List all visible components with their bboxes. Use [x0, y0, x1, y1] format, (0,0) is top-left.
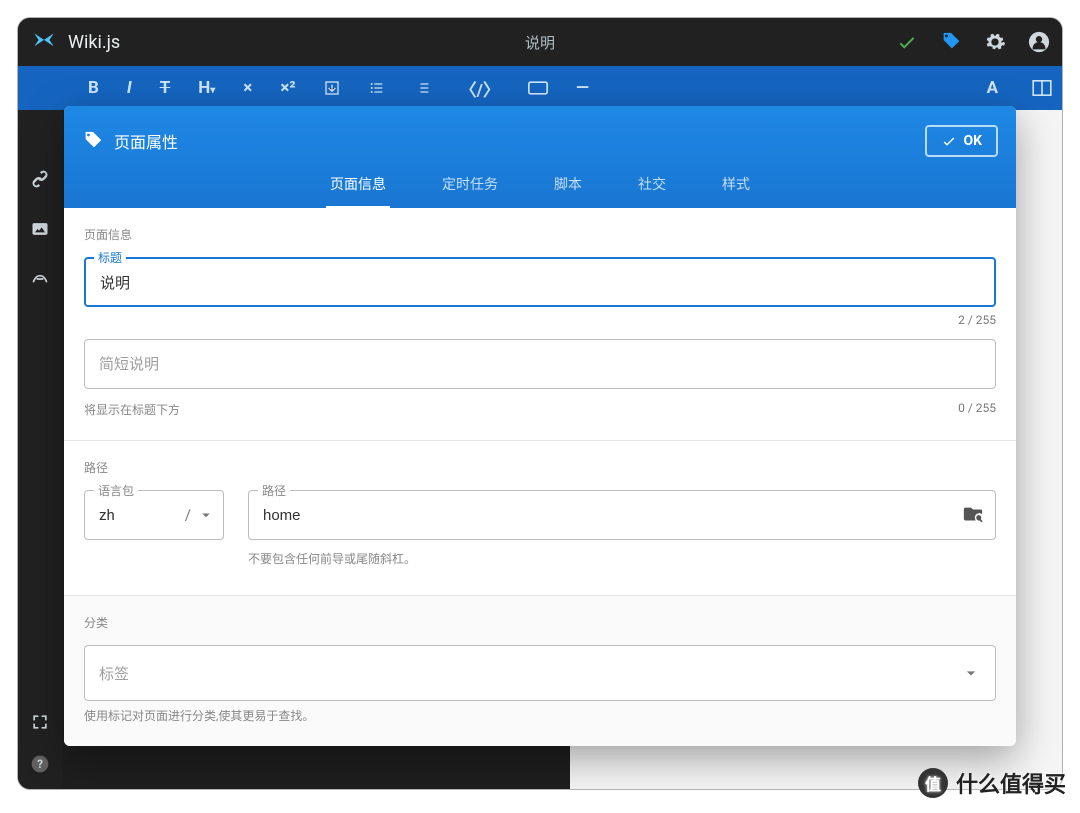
title-input[interactable]: [84, 257, 996, 307]
watermark-icon: 值: [918, 768, 948, 798]
check-icon[interactable]: [896, 31, 918, 53]
fullscreen-icon[interactable]: [29, 711, 51, 733]
section-path: 路径 语言包 zh / 路径: [64, 441, 1016, 596]
check-icon: [941, 133, 957, 149]
split-view-button[interactable]: [1032, 80, 1052, 96]
tab-schedule[interactable]: 定时任务: [438, 162, 502, 209]
bold-button[interactable]: B: [88, 78, 99, 98]
account-icon[interactable]: [1028, 31, 1050, 53]
tag-icon[interactable]: [940, 31, 962, 53]
lang-separator: /: [185, 506, 191, 524]
heading-button[interactable]: H▾: [198, 78, 215, 98]
svg-text:?: ?: [37, 757, 43, 771]
tab-social[interactable]: 社交: [634, 162, 670, 209]
chevron-down-icon: [961, 663, 981, 683]
tag-icon: [82, 130, 104, 152]
tags-field: 标签: [84, 645, 996, 701]
ul-button[interactable]: [368, 80, 386, 96]
tags-placeholder: 标签: [99, 663, 129, 684]
wikijs-logo-icon: [30, 28, 58, 56]
page-properties-dialog: 页面属性 OK 页面信息 定时任务 脚本 社交 样式 页面信息 标题: [64, 106, 1016, 746]
italic-button[interactable]: I: [127, 78, 132, 98]
dialog-tabs: 页面信息 定时任务 脚本 社交 样式: [82, 162, 998, 208]
editor-sidebar: ?: [18, 110, 62, 789]
keyboard-button[interactable]: [528, 81, 548, 95]
path-label: 路径: [258, 482, 290, 499]
tab-info[interactable]: 页面信息: [326, 162, 390, 209]
title-field: 标题: [84, 257, 996, 307]
watermark-text: 什么值得买: [956, 767, 1066, 799]
title-counter: 2 / 255: [84, 313, 996, 327]
topbar-actions: [896, 31, 1050, 53]
short-desc-input[interactable]: [84, 339, 996, 389]
editor-toolbar: B I T H▾ × ×² 〈/〉 — A: [18, 66, 1062, 110]
code-button[interactable]: 〈/〉: [460, 76, 500, 101]
path-field: 路径 不要包含任何前导或尾随斜杠。: [248, 490, 996, 567]
help-icon[interactable]: ?: [29, 753, 51, 775]
topbar: Wiki.js 说明: [18, 18, 1062, 66]
image-icon[interactable]: [29, 218, 51, 240]
section-heading: 分类: [84, 614, 996, 631]
ol-button[interactable]: [414, 80, 432, 96]
section-info: 页面信息 标题 2 / 255 将显示在标题下方 0 / 255: [64, 208, 1016, 441]
title-label: 标题: [94, 249, 126, 266]
blockquote-button[interactable]: [324, 80, 340, 96]
strike-button[interactable]: T: [160, 78, 171, 98]
chevron-down-icon: [197, 506, 215, 524]
text-color-button[interactable]: A: [987, 78, 998, 98]
section-heading: 页面信息: [84, 226, 996, 243]
ok-button-label: OK: [963, 133, 982, 149]
path-hint: 不要包含任何前导或尾随斜杠。: [248, 550, 996, 567]
gear-icon[interactable]: [984, 31, 1006, 53]
dialog-body: 页面信息 标题 2 / 255 将显示在标题下方 0 / 255 路径: [64, 208, 1016, 746]
short-desc-field: [84, 339, 996, 389]
app-title: Wiki.js: [68, 32, 120, 53]
tags-hint: 使用标记对页面进行分类,使其更易于查找。: [84, 707, 996, 724]
tags-input[interactable]: 标签: [84, 645, 996, 701]
path-input[interactable]: [248, 490, 996, 540]
section-heading: 路径: [84, 459, 996, 476]
page-title: 说明: [525, 32, 555, 53]
subscript-button[interactable]: ×: [243, 78, 252, 98]
tab-style[interactable]: 样式: [718, 162, 754, 209]
watermark: 值 什么值得买: [918, 767, 1066, 799]
short-desc-counter: 0 / 255: [958, 401, 996, 418]
dialog-header: 页面属性 OK 页面信息 定时任务 脚本 社交 样式: [64, 106, 1016, 208]
link-icon[interactable]: [29, 168, 51, 190]
lang-field: 语言包 zh /: [84, 490, 224, 540]
superscript-button[interactable]: ×²: [280, 78, 295, 98]
folder-search-icon[interactable]: [962, 504, 984, 526]
function-icon[interactable]: [29, 268, 51, 290]
ok-button[interactable]: OK: [925, 125, 998, 157]
short-desc-hint: 将显示在标题下方: [84, 401, 180, 418]
lang-label: 语言包: [94, 482, 138, 499]
app-window: Wiki.js 说明 B I T H▾ × ×²: [18, 18, 1062, 789]
section-category: 分类 标签 使用标记对页面进行分类,使其更易于查找。: [64, 596, 1016, 746]
dialog-title: 页面属性: [114, 129, 178, 153]
tab-script[interactable]: 脚本: [550, 162, 586, 209]
lang-value: zh: [99, 506, 115, 524]
hr-button[interactable]: —: [576, 78, 589, 98]
